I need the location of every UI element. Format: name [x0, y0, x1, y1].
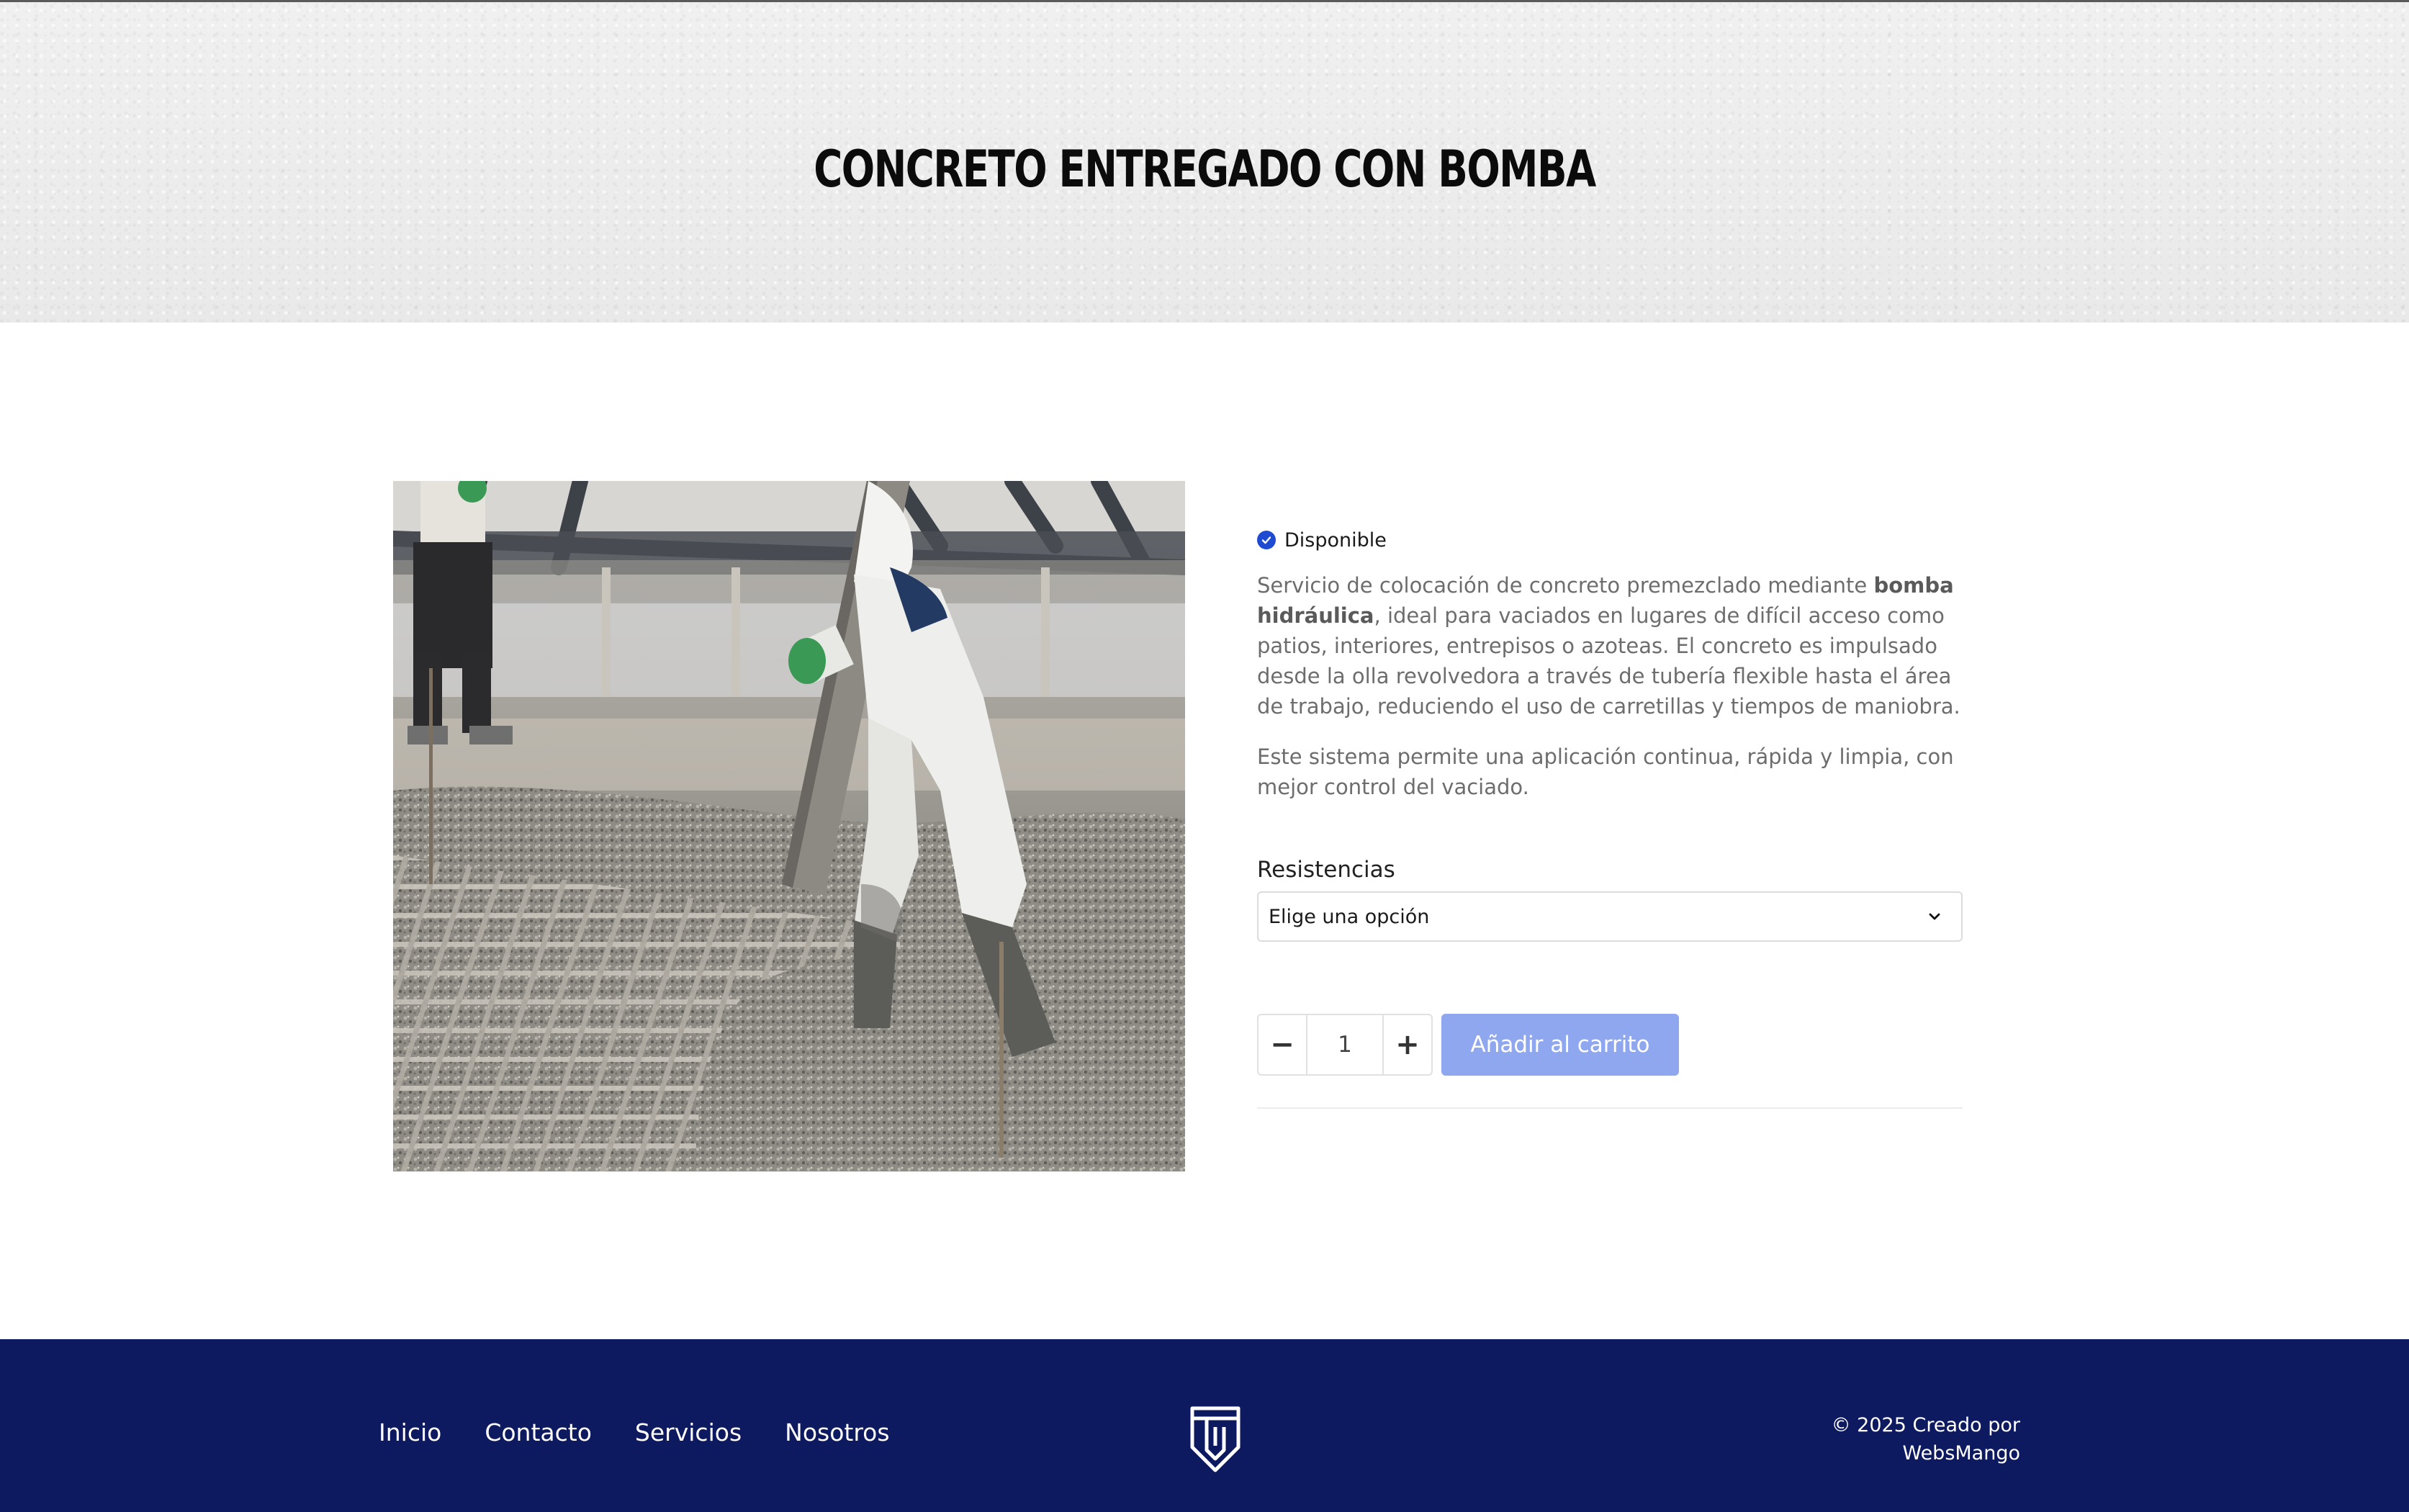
check-circle-icon [1257, 531, 1276, 549]
shield-logo-icon[interactable] [1189, 1405, 1241, 1477]
footer-link-nosotros[interactable]: Nosotros [785, 1418, 889, 1446]
footer-link-contacto[interactable]: Contacto [485, 1418, 592, 1446]
quantity-input[interactable] [1306, 1015, 1384, 1074]
footer-nav: Inicio Contacto Servicios Nosotros [379, 1418, 890, 1446]
copyright-line-2[interactable]: WebsMango [1790, 1439, 2020, 1467]
description-paragraph-2: Este sistema permite una aplicación cont… [1257, 744, 1954, 799]
variation-label: Resistencias [1257, 857, 1395, 883]
stock-status-text: Disponible [1284, 528, 1387, 552]
resistencias-select[interactable]: Elige una opción [1257, 891, 1963, 942]
footer-link-servicios[interactable]: Servicios [635, 1418, 742, 1446]
select-value: Elige una opción [1269, 905, 1430, 928]
footer-link-inicio[interactable]: Inicio [379, 1418, 441, 1446]
product-description: Servicio de colocación de concreto preme… [1257, 570, 1963, 802]
footer-copyright: © 2025 Creado por WebsMango [1790, 1411, 2020, 1467]
page-hero: CONCRETO ENTREGADO CON BOMBA [0, 0, 2409, 323]
chevron-down-icon [1929, 913, 1940, 920]
quantity-stepper: − + [1257, 1014, 1433, 1076]
copyright-line-1: © 2025 Creado por [1831, 1414, 2020, 1436]
add-to-cart-button[interactable]: Añadir al carrito [1441, 1014, 1679, 1076]
page-title: CONCRETO ENTREGADO CON BOMBA [814, 139, 1596, 199]
description-paragraph-1: Servicio de colocación de concreto preme… [1257, 573, 1960, 719]
quantity-increase-button[interactable]: + [1384, 1015, 1431, 1074]
product-details: Disponible Servicio de colocación de con… [1257, 526, 1963, 1109]
divider [1257, 1107, 1963, 1109]
stock-status: Disponible [1257, 526, 1963, 554]
product-image[interactable] [393, 481, 1185, 1171]
quantity-decrease-button[interactable]: − [1258, 1015, 1306, 1074]
site-footer: Inicio Contacto Servicios Nosotros © 202… [0, 1339, 2409, 1512]
